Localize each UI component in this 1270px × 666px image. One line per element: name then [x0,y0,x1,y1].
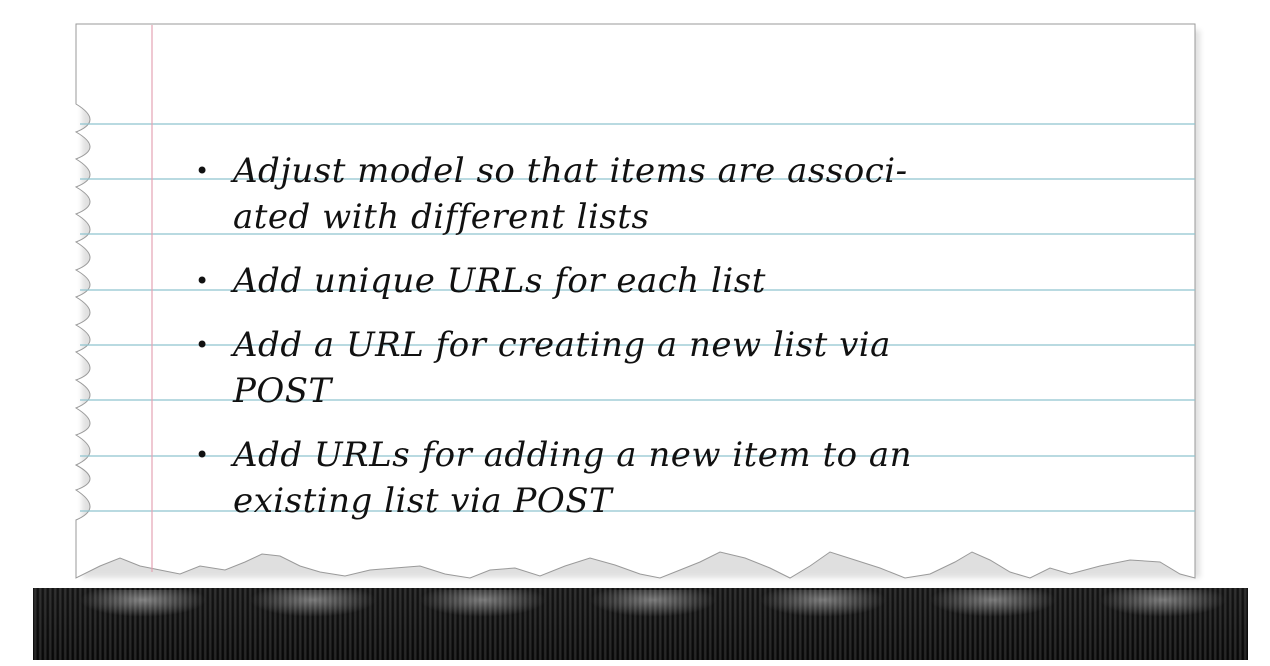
list-item-text: Add unique URLs for each list [233,261,766,301]
list-item-text: Add URLs for adding a new item to an exi… [233,435,913,521]
list-item: • Add a URL for creating a new list via … [195,322,975,414]
list-item: • Add URLs for adding a new item to an e… [195,432,975,524]
bullet-dot-icon: • [195,331,210,359]
notepad-illustration: • Adjust model so that items are associ-… [0,0,1270,666]
list-item-text: Add a URL for creating a new list via PO… [233,325,891,411]
bullet-dot-icon: • [195,441,210,469]
list-item-text: Adjust model so that items are associ-at… [233,151,908,237]
bullet-dot-icon: • [195,267,210,295]
list-item: • Adjust model so that items are associ-… [195,148,975,240]
note-list: • Adjust model so that items are associ-… [195,148,975,542]
list-item: • Add unique URLs for each list [195,258,975,304]
bullet-dot-icon: • [195,157,210,185]
